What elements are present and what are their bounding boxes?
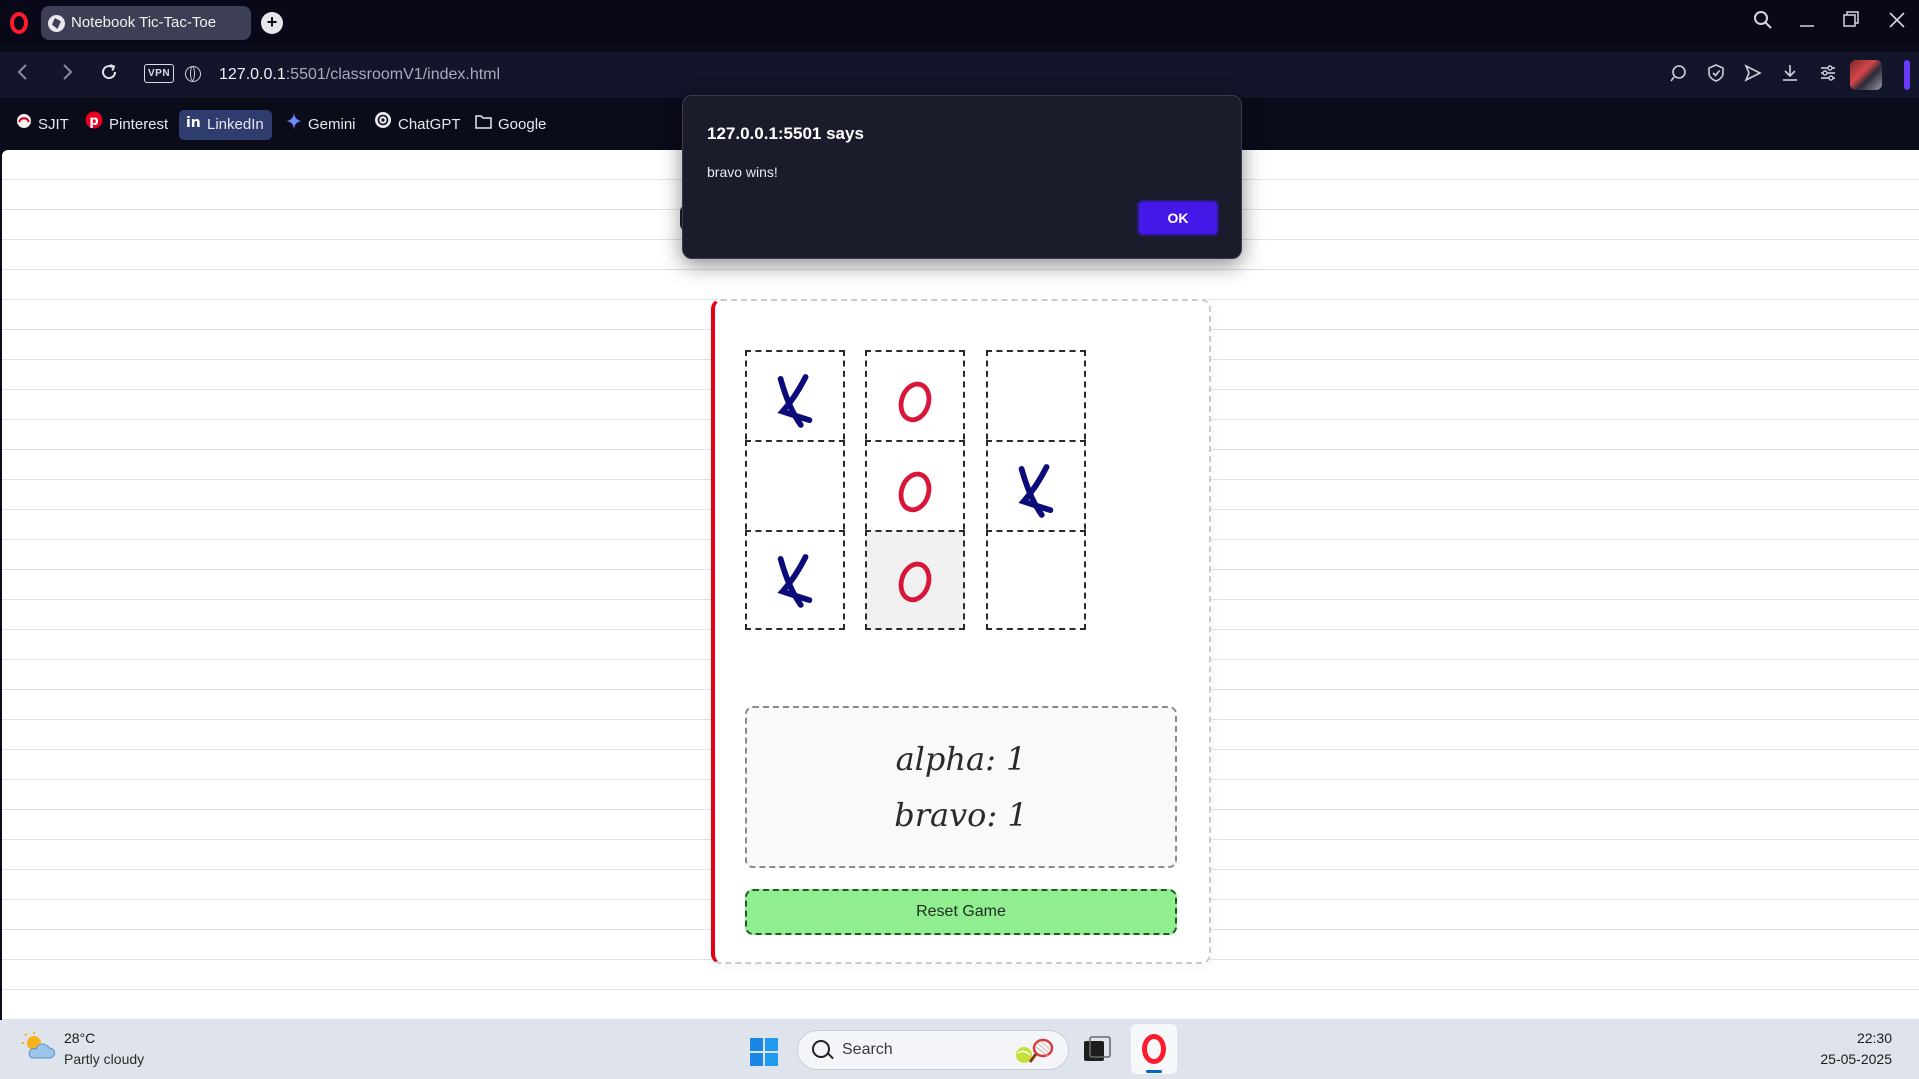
game-card: alpha: 1 bravo: 1 Reset Game [711, 299, 1211, 964]
bookmark-label: Gemini [308, 116, 356, 133]
tab-bar: Notebook Tic-Tac-Toe + [0, 0, 1919, 45]
x-mark [1018, 464, 1054, 518]
pinterest-icon: p [85, 110, 103, 140]
opera-menu-icon[interactable] [10, 12, 28, 34]
download-icon[interactable] [1778, 64, 1802, 87]
search-icon [812, 1040, 830, 1058]
gemini-icon [286, 110, 302, 140]
taskbar-search[interactable]: Search [797, 1030, 1069, 1070]
dialog-message: bravo wins! [707, 164, 778, 180]
alert-dialog: 127.0.0.1:5501 says bravo wins! OK [682, 95, 1242, 259]
score-bravo: bravo: 1 [894, 796, 1028, 834]
page-content: alpha: 1 bravo: 1 Reset Game [2, 150, 1919, 1020]
bookmark-sjit[interactable]: SJIT [10, 110, 77, 140]
profile-avatar[interactable] [1850, 60, 1882, 90]
board-cell-2[interactable] [986, 350, 1086, 450]
bookmark-label: SJIT [38, 116, 69, 133]
address-bar: VPN 127.0.0.1:5501/classroomV1/index.htm… [0, 52, 1919, 98]
minimize-button[interactable] [1794, 10, 1820, 36]
windows-start-icon[interactable] [749, 1037, 779, 1067]
bookmark-linkedin[interactable]: in LinkedIn [179, 110, 272, 140]
url-host: 127.0.0.1 [219, 66, 286, 83]
chatgpt-icon [374, 110, 392, 140]
bookmark-pinterest[interactable]: p Pinterest [79, 110, 176, 140]
site-info-icon[interactable] [185, 66, 201, 82]
board-cell-8[interactable] [986, 530, 1086, 630]
board-cell-1[interactable] [865, 350, 965, 450]
x-mark [777, 554, 813, 608]
easy-setup-icon[interactable] [1816, 64, 1840, 87]
dialog-ok-button[interactable]: OK [1137, 200, 1219, 236]
new-tab-button[interactable]: + [261, 12, 283, 34]
forward-button[interactable] [54, 62, 80, 88]
tab-active[interactable]: Notebook Tic-Tac-Toe [41, 6, 251, 40]
bookmark-gemini[interactable]: Gemini [280, 110, 364, 140]
board-cell-3[interactable] [745, 440, 845, 540]
snapshot-search-icon[interactable] [1667, 64, 1691, 87]
dialog-title: 127.0.0.1:5501 says [707, 124, 864, 143]
reset-game-button[interactable]: Reset Game [745, 889, 1177, 935]
task-view-icon[interactable] [1080, 1033, 1114, 1067]
url-path: :5501/classroomV1/index.html [285, 66, 501, 83]
board-cell-5[interactable] [986, 440, 1086, 540]
folder-icon [475, 110, 492, 140]
bookmark-google-folder[interactable]: Google [469, 110, 554, 140]
opera-taskbar-app[interactable] [1131, 1024, 1177, 1074]
vpn-badge[interactable]: VPN [144, 64, 175, 83]
bookmark-label: LinkedIn [207, 116, 264, 133]
url-field[interactable]: 127.0.0.1:5501/classroomV1/index.html [219, 66, 500, 84]
board-cell-7[interactable] [865, 530, 965, 630]
linkedin-icon: in [185, 110, 201, 140]
close-window-button[interactable] [1884, 10, 1910, 36]
tab-title: Notebook Tic-Tac-Toe [71, 14, 217, 31]
clock-time[interactable]: 22:30 [1840, 1030, 1892, 1046]
restore-button[interactable] [1838, 10, 1864, 36]
sidebar-toggle[interactable] [1904, 60, 1910, 90]
running-indicator [1146, 1070, 1162, 1073]
send-icon[interactable] [1741, 64, 1765, 87]
sjit-icon [16, 110, 32, 140]
bookmark-label: Pinterest [109, 116, 169, 133]
o-mark [898, 471, 932, 513]
svg-text:p: p [89, 114, 98, 129]
board-cell-6[interactable] [745, 530, 845, 630]
board-cell-0[interactable] [745, 350, 845, 450]
bookmark-label: Google [498, 116, 547, 133]
search-highlight-icon [1016, 1038, 1054, 1063]
search-placeholder: Search [842, 1041, 893, 1058]
shield-icon[interactable] [1704, 64, 1728, 87]
x-mark [777, 374, 813, 428]
tab-favicon-icon [48, 15, 65, 32]
weather-description[interactable]: Partly cloudy [64, 1051, 144, 1067]
back-button[interactable] [10, 62, 36, 88]
reload-button[interactable] [96, 62, 122, 88]
o-mark [898, 561, 932, 603]
bookmark-label: ChatGPT [398, 116, 461, 133]
opera-icon [1142, 1034, 1166, 1064]
score-alpha: alpha: 1 [895, 740, 1027, 778]
bookmark-chatgpt[interactable]: ChatGPT [368, 110, 469, 140]
board-cell-4[interactable] [865, 440, 965, 540]
partly-cloudy-icon[interactable] [22, 1032, 56, 1062]
weather-temperature[interactable]: 28°C [64, 1030, 95, 1046]
search-tabs-icon[interactable] [1750, 10, 1776, 36]
clock-date[interactable]: 25-05-2025 [1800, 1051, 1892, 1067]
svg-text:in: in [186, 115, 201, 129]
windows-taskbar: 28°C Partly cloudy Search 22:30 25-05-20… [0, 1020, 1919, 1079]
o-mark [898, 381, 932, 423]
scoreboard: alpha: 1 bravo: 1 [745, 706, 1177, 868]
